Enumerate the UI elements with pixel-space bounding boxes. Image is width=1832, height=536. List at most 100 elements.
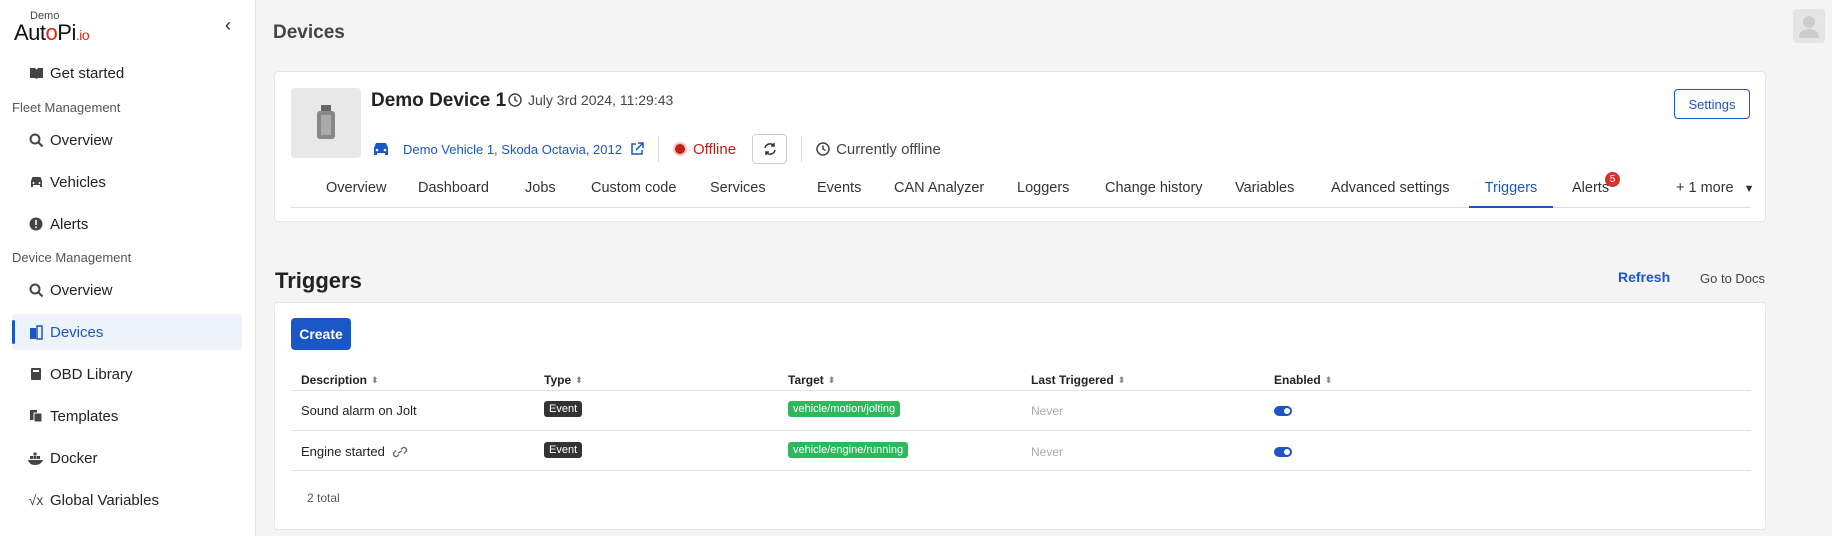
table-divider xyxy=(291,390,1751,391)
collapse-sidebar-icon[interactable]: ‹ xyxy=(218,14,238,36)
sort-icon: ⬍ xyxy=(1117,374,1126,385)
vehicle-link[interactable]: Demo Vehicle 1, Skoda Octavia, 2012 xyxy=(403,142,622,157)
column-header-type[interactable]: Type ⬍ xyxy=(544,373,583,387)
settings-button[interactable]: Settings xyxy=(1674,89,1750,119)
total-count: 2 total xyxy=(307,491,340,505)
sync-icon xyxy=(763,143,776,155)
sidebar: Demo AutoPi.io ‹ Get started Fleet Manag… xyxy=(0,0,256,536)
tab-loggers[interactable]: Loggers xyxy=(1017,176,1069,208)
sidebar-item-device-overview[interactable]: Overview xyxy=(12,272,242,308)
sidebar-item-global-variables[interactable]: √x Global Variables xyxy=(12,482,242,518)
sidebar-item-label: Alerts xyxy=(50,215,89,233)
trigger-description: Sound alarm on Jolt xyxy=(301,403,417,418)
trigger-target: vehicle/motion/jolting xyxy=(788,401,901,417)
tab-dashboard[interactable]: Dashboard xyxy=(418,176,489,208)
sidebar-item-label: OBD Library xyxy=(50,365,133,383)
create-button[interactable]: Create xyxy=(291,318,351,350)
sidebar-item-devices[interactable]: Devices xyxy=(12,314,242,350)
column-header-description[interactable]: Description ⬍ xyxy=(301,373,379,387)
sidebar-item-get-started[interactable]: Get started xyxy=(12,55,242,91)
sidebar-item-templates[interactable]: Templates xyxy=(12,398,242,434)
tab-services[interactable]: Services xyxy=(710,176,766,208)
avatar[interactable] xyxy=(1793,9,1825,43)
sort-icon: ⬍ xyxy=(827,374,836,385)
target-badge: vehicle/motion/jolting xyxy=(788,401,901,417)
tab-more-dropdown[interactable]: + 1 more ▼ xyxy=(1676,176,1755,208)
trigger-last-triggered: Never xyxy=(1031,404,1064,418)
enabled-toggle[interactable] xyxy=(1274,406,1292,416)
search-chart-icon xyxy=(28,282,44,298)
column-header-target[interactable]: Target ⬍ xyxy=(788,373,835,387)
column-header-enabled[interactable]: Enabled ⬍ xyxy=(1274,373,1332,387)
alerts-count-badge: 5 xyxy=(1605,172,1621,187)
tab-alerts[interactable]: Alerts 5 xyxy=(1572,172,1621,208)
link-icon[interactable] xyxy=(392,446,407,458)
caret-down-icon: ▼ xyxy=(1743,183,1755,195)
tab-jobs[interactable]: Jobs xyxy=(525,176,556,208)
sort-icon: ⬍ xyxy=(1324,374,1333,385)
device-header-card: Demo Device 1 July 3rd 2024, 11:29:43 De… xyxy=(274,71,1766,222)
car-icon xyxy=(374,143,388,155)
trigger-enabled xyxy=(1274,447,1292,457)
tab-triggers[interactable]: Triggers xyxy=(1469,176,1553,208)
sidebar-item-label: Vehicles xyxy=(50,173,106,191)
user-avatar-icon xyxy=(1799,16,1819,38)
square-root-icon: √x xyxy=(28,492,44,508)
alert-icon xyxy=(28,216,44,232)
sort-icon: ⬍ xyxy=(371,374,379,385)
device-tabs: Overview Dashboard Jobs Custom code Serv… xyxy=(291,172,1755,208)
type-badge: Event xyxy=(544,442,583,458)
sidebar-item-fleet-overview[interactable]: Overview xyxy=(12,122,242,158)
type-badge: Event xyxy=(544,401,583,417)
section-title: Triggers xyxy=(275,268,362,293)
sidebar-section-fleet: Fleet Management xyxy=(12,100,121,115)
sidebar-item-vehicles[interactable]: Vehicles xyxy=(12,164,242,200)
divider xyxy=(801,136,803,162)
tab-events[interactable]: Events xyxy=(817,176,861,208)
table-divider xyxy=(291,470,1751,471)
divider xyxy=(657,136,659,162)
refresh-button[interactable]: Refresh xyxy=(1618,269,1670,285)
refresh-status-button[interactable] xyxy=(752,134,788,164)
status-dot-icon xyxy=(672,142,687,156)
tab-custom-code[interactable]: Custom code xyxy=(591,176,676,208)
sidebar-item-label: Docker xyxy=(50,449,98,467)
sort-icon: ⬍ xyxy=(575,374,583,385)
search-chart-icon xyxy=(28,132,44,148)
book-icon xyxy=(28,65,44,81)
page-title: Devices xyxy=(273,22,345,43)
tab-variables[interactable]: Variables xyxy=(1235,176,1294,208)
trigger-last-triggered: Never xyxy=(1031,445,1064,459)
tab-change-history[interactable]: Change history xyxy=(1105,176,1203,208)
sidebar-item-label: Devices xyxy=(50,323,104,341)
tab-more-label: + 1 more xyxy=(1676,180,1734,196)
trigger-target: vehicle/engine/running xyxy=(788,442,909,458)
triggers-card: Create Description ⬍ Type ⬍ Target ⬍ Last T… xyxy=(274,302,1766,530)
tab-overview[interactable]: Overview xyxy=(326,176,386,208)
enabled-toggle[interactable] xyxy=(1274,447,1292,457)
tab-advanced-settings[interactable]: Advanced settings xyxy=(1331,176,1450,208)
sidebar-item-docker[interactable]: Docker xyxy=(12,440,242,476)
sidebar-item-label: Overview xyxy=(50,131,113,149)
target-badge: vehicle/engine/running xyxy=(788,442,909,458)
sidebar-item-obd-library[interactable]: OBD Library xyxy=(12,356,242,392)
external-link-icon[interactable] xyxy=(630,142,644,156)
device-timestamp: July 3rd 2024, 11:29:43 xyxy=(508,92,673,108)
column-header-last-triggered[interactable]: Last Triggered ⬍ xyxy=(1031,373,1125,387)
logo-wordmark: AutoPi.io xyxy=(14,20,90,45)
trigger-type: Event xyxy=(544,401,583,417)
go-to-docs-link[interactable]: Go to Docs xyxy=(1700,271,1765,286)
trigger-type: Event xyxy=(544,442,583,458)
tab-can-analyzer[interactable]: CAN Analyzer xyxy=(894,176,984,208)
status-text: Offline xyxy=(692,140,737,158)
sidebar-item-alerts[interactable]: Alerts xyxy=(12,206,242,242)
autopi-logo[interactable]: Demo AutoPi.io xyxy=(14,10,114,45)
connection-status-text: Currently offline xyxy=(836,140,941,158)
car-icon xyxy=(28,174,44,190)
trigger-description: Engine started xyxy=(301,444,407,459)
device-image xyxy=(291,88,361,158)
table-divider xyxy=(291,430,1751,431)
trigger-enabled xyxy=(1274,406,1292,416)
sidebar-item-label: Overview xyxy=(50,281,113,299)
status-badge: Offline xyxy=(672,140,737,158)
